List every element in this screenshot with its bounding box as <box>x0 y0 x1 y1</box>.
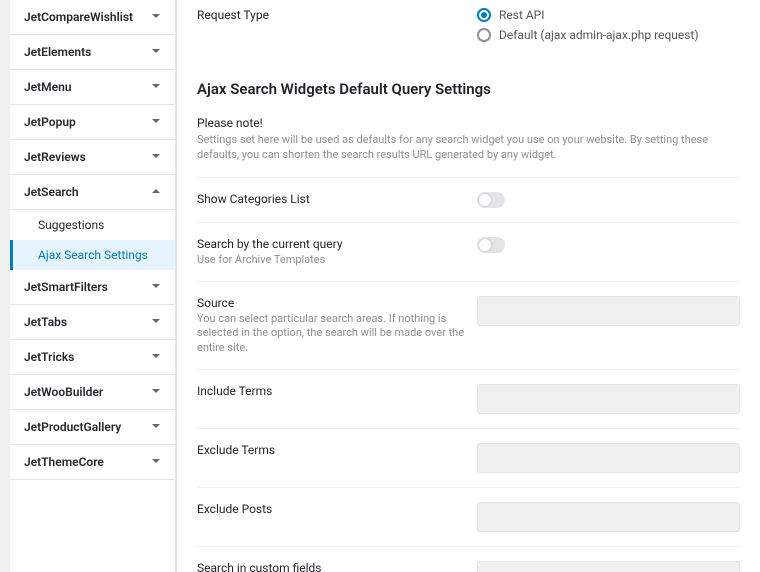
exclude-posts-row: Exclude Posts <box>197 488 740 547</box>
current-query-desc: Use for Archive Templates <box>197 253 477 267</box>
sidebar-item-jetpopup[interactable]: JetPopup <box>10 105 175 140</box>
custom-fields-row: Search in custom fields Set comma separa… <box>197 547 740 572</box>
sidebar-item-jetwoobuilder[interactable]: JetWooBuilder <box>10 375 175 410</box>
include-terms-input[interactable] <box>477 384 740 414</box>
chevron-down-icon <box>151 280 161 294</box>
sidebar-sub-label: Ajax Search Settings <box>38 248 148 262</box>
note-title: Please note! <box>197 116 740 130</box>
include-terms-label: Include Terms <box>197 384 477 398</box>
exclude-terms-input[interactable] <box>477 443 740 473</box>
radio-icon <box>477 28 491 42</box>
chevron-down-icon <box>151 10 161 24</box>
sidebar-item-label: JetThemeCore <box>24 455 104 469</box>
radio-rest-api[interactable]: Rest API <box>477 8 740 22</box>
custom-fields-input[interactable] <box>477 561 740 572</box>
show-categories-toggle[interactable] <box>477 192 505 208</box>
sidebar-item-label: JetElements <box>24 45 91 59</box>
note-desc: Settings set here will be used as defaul… <box>197 132 740 163</box>
include-terms-row: Include Terms <box>197 370 740 429</box>
current-query-row: Search by the current query Use for Arch… <box>197 223 740 282</box>
source-desc: You can select particular search areas. … <box>197 312 477 355</box>
exclude-terms-row: Exclude Terms <box>197 429 740 488</box>
sidebar-item-jetmenu[interactable]: JetMenu <box>10 70 175 105</box>
request-type-row: Request Type Rest API Default (ajax admi… <box>197 0 740 62</box>
main-content: Request Type Rest API Default (ajax admi… <box>176 0 760 572</box>
sidebar-sub-label: Suggestions <box>38 218 104 232</box>
sidebar-item-label: JetCompareWishlist <box>24 10 133 24</box>
sidebar-item-jetcomparewishlist[interactable]: JetCompareWishlist <box>10 0 175 35</box>
sidebar-item-label: JetTricks <box>24 350 74 364</box>
radio-label: Rest API <box>499 8 545 22</box>
chevron-down-icon <box>151 455 161 469</box>
radio-default[interactable]: Default (ajax admin-ajax.php request) <box>477 28 740 42</box>
sidebar-item-label: JetProductGallery <box>24 420 121 434</box>
chevron-down-icon <box>151 115 161 129</box>
sidebar-sub-ajax-search-settings[interactable]: Ajax Search Settings <box>10 240 175 270</box>
exclude-terms-label: Exclude Terms <box>197 443 477 457</box>
chevron-down-icon <box>151 350 161 364</box>
sidebar-item-jetelements[interactable]: JetElements <box>10 35 175 70</box>
chevron-down-icon <box>151 45 161 59</box>
show-categories-label: Show Categories List <box>197 192 477 206</box>
sidebar: JetCompareWishlist JetElements JetMenu J… <box>10 0 176 572</box>
exclude-posts-label: Exclude Posts <box>197 502 477 516</box>
chevron-down-icon <box>151 385 161 399</box>
custom-fields-label: Search in custom fields <box>197 561 477 572</box>
sidebar-item-label: JetReviews <box>24 150 86 164</box>
exclude-posts-input[interactable] <box>477 502 740 532</box>
sidebar-item-label: JetWooBuilder <box>24 385 103 399</box>
request-type-label: Request Type <box>197 8 477 22</box>
radio-icon <box>477 8 491 22</box>
sidebar-item-jetreviews[interactable]: JetReviews <box>10 140 175 175</box>
sidebar-item-jetsmartfilters[interactable]: JetSmartFilters <box>10 270 175 305</box>
chevron-down-icon <box>151 80 161 94</box>
source-row: Source You can select particular search … <box>197 282 740 370</box>
sidebar-item-jetthemecore[interactable]: JetThemeCore <box>10 445 175 480</box>
chevron-down-icon <box>151 315 161 329</box>
radio-label: Default (ajax admin-ajax.php request) <box>499 28 699 42</box>
sidebar-item-jettabs[interactable]: JetTabs <box>10 305 175 340</box>
sidebar-item-jetproductgallery[interactable]: JetProductGallery <box>10 410 175 445</box>
sidebar-item-label: JetSearch <box>24 185 79 199</box>
source-input[interactable] <box>477 296 740 326</box>
current-query-label: Search by the current query <box>197 237 477 251</box>
sidebar-item-label: JetSmartFilters <box>24 280 108 294</box>
section-title: Ajax Search Widgets Default Query Settin… <box>197 80 740 98</box>
sidebar-item-label: JetTabs <box>24 315 67 329</box>
sidebar-sub-suggestions[interactable]: Suggestions <box>10 210 175 240</box>
sidebar-item-jettricks[interactable]: JetTricks <box>10 340 175 375</box>
sidebar-item-label: JetMenu <box>24 80 72 94</box>
current-query-toggle[interactable] <box>477 237 505 253</box>
sidebar-item-label: JetPopup <box>24 115 76 129</box>
chevron-down-icon <box>151 150 161 164</box>
chevron-up-icon <box>151 185 161 199</box>
note-box: Please note! Settings set here will be u… <box>197 108 740 178</box>
sidebar-item-jetsearch[interactable]: JetSearch <box>10 175 175 210</box>
source-label: Source <box>197 296 477 310</box>
show-categories-row: Show Categories List <box>197 178 740 223</box>
chevron-down-icon <box>151 420 161 434</box>
